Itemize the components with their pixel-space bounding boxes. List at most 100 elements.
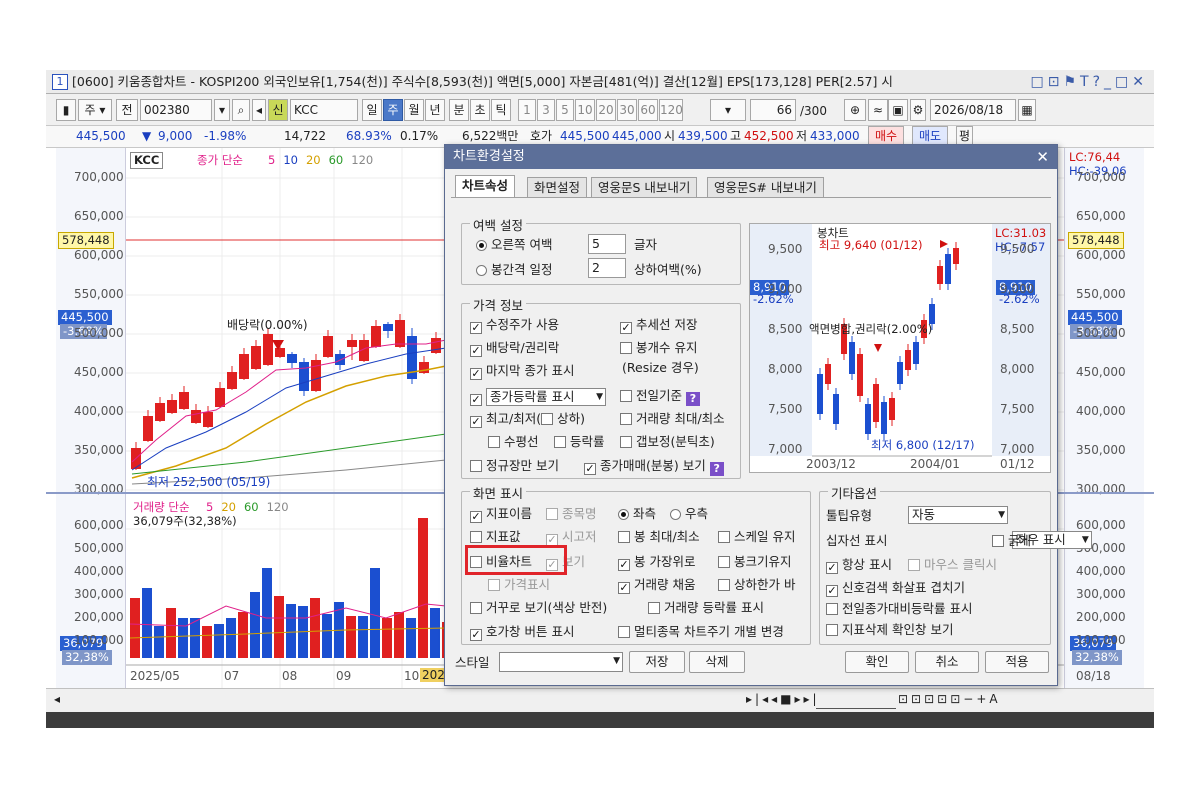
delete-button[interactable]: 삭제 xyxy=(689,651,745,673)
trend-save-option[interactable]: ✓ 추세선 저장 xyxy=(620,317,697,334)
tab-0[interactable]: 차트속성 xyxy=(455,175,516,197)
code-dropdown-icon[interactable]: ▾ xyxy=(214,99,230,121)
window-controls[interactable]: □⊡⚑T?_□✕ xyxy=(1026,70,1148,93)
left-option[interactable]: 좌측 xyxy=(618,506,656,522)
indicator-name-option[interactable]: ✓ 지표이름 xyxy=(470,506,532,523)
number-button-3[interactable]: 10 xyxy=(575,99,595,121)
scale-keep-option[interactable]: 스케일 유지 xyxy=(718,529,795,545)
radio-icon[interactable] xyxy=(476,240,487,251)
indicator-icon[interactable]: ≈ xyxy=(868,99,888,121)
date-input[interactable]: 2026/08/18 xyxy=(930,99,1016,121)
period-button-4[interactable]: 분 xyxy=(449,99,469,121)
zoom-slider[interactable] xyxy=(816,691,896,709)
vol-rate-option[interactable]: 거래량 등락률 표시 xyxy=(648,600,764,616)
hline-option[interactable]: 수평선 xyxy=(488,434,539,450)
search-icon[interactable]: ⌕ xyxy=(232,99,250,121)
indicator-value-option[interactable]: 지표값 xyxy=(470,529,521,545)
number-button-5[interactable]: 30 xyxy=(617,99,637,121)
compare-icon[interactable]: ⊕ xyxy=(844,99,866,121)
bar-gap-option[interactable]: 봉간격 일정 xyxy=(476,262,552,278)
count-input[interactable]: 66 xyxy=(750,99,796,121)
candle-body xyxy=(299,362,309,391)
item-name-option[interactable]: 종목명 xyxy=(546,506,597,522)
hoga-button-option[interactable]: ✓ 호가창 버튼 표시 xyxy=(470,624,574,641)
view-tools[interactable]: ⊡⊡⊡⊡⊡−+A xyxy=(898,692,1001,706)
last-close-option[interactable]: ✓ 마지막 종가 표시 xyxy=(470,363,574,380)
close-trade-option[interactable]: ✓ 종가매매(분봉) 보기 ? xyxy=(584,458,724,476)
prev-rate-option[interactable]: 전일종가대비등락률 표시 xyxy=(826,601,972,617)
playback-controls[interactable]: ▸|◂◂■▸▸| xyxy=(746,692,820,706)
open-high-option[interactable]: ✓ 시고저 xyxy=(546,529,597,546)
bold-option[interactable]: 굵게 xyxy=(992,533,1031,549)
prev-button[interactable]: 전 xyxy=(116,99,138,121)
right-margin-input[interactable]: 5 xyxy=(588,234,626,254)
number-button-1[interactable]: 3 xyxy=(537,99,555,121)
always-option[interactable]: ✓ 항상 표시 xyxy=(826,557,892,574)
bar-front-option[interactable]: ✓ 봉 가장위로 xyxy=(618,554,695,571)
bar-margin-input[interactable]: 2 xyxy=(588,258,626,278)
tab-1[interactable]: 화면설정 xyxy=(527,177,588,197)
inverse-option[interactable]: 거꾸로 보기(색상 반전) xyxy=(470,600,607,616)
number-button-6[interactable]: 60 xyxy=(638,99,658,121)
updown-bar-option[interactable]: 상하한가 바 xyxy=(718,577,795,593)
right-option[interactable]: 우측 xyxy=(670,506,708,522)
new-button[interactable]: 신 xyxy=(268,99,288,121)
horizontal-scrollbar[interactable]: ◂ ▸|◂◂■▸▸| ⊡⊡⊡⊡⊡−+A xyxy=(46,688,1154,712)
tab-2[interactable]: 영웅문S 내보내기 xyxy=(591,177,698,197)
save-icon[interactable]: ▣ xyxy=(888,99,908,121)
panel-icon[interactable]: ▮ xyxy=(56,99,76,121)
gap-option[interactable]: 갭보정(분틱초) xyxy=(620,434,715,450)
period-button-5[interactable]: 초 xyxy=(470,99,490,121)
calendar-icon[interactable]: ▦ xyxy=(1018,99,1036,121)
style-select[interactable] xyxy=(499,652,623,672)
preview-merge: 액면병합,권리락(2.00%) xyxy=(809,322,933,336)
right-margin-option[interactable]: 오른쪽 여백 xyxy=(476,237,552,253)
mouse-click-option[interactable]: 마우스 클릭시 xyxy=(908,557,997,573)
screen-number[interactable]: 1 xyxy=(52,74,68,90)
vol-fill-option[interactable]: ✓ 거래량 채움 xyxy=(618,577,695,594)
multi-option[interactable]: 멀티종목 차트주기 개별 변경 xyxy=(618,624,784,640)
apply-button[interactable]: 적용 xyxy=(985,651,1049,673)
blank-dropdown[interactable]: ▾ xyxy=(710,99,746,121)
period-button-1[interactable]: 주 xyxy=(383,99,403,121)
stock-name-field[interactable]: KCC xyxy=(290,99,358,121)
delete-confirm-option[interactable]: 지표삭제 확인창 보기 xyxy=(826,622,953,638)
period-button-6[interactable]: 틱 xyxy=(491,99,511,121)
adj-price-option[interactable]: ✓ 수정주가 사용 xyxy=(470,317,559,334)
gear-icon[interactable]: ⚙ xyxy=(910,99,926,121)
volume-bar xyxy=(274,596,284,658)
bar-size-option[interactable]: 봉크기유지 xyxy=(718,554,792,570)
price-display-option[interactable]: 가격표시 xyxy=(488,577,550,593)
rate-option[interactable]: 등락률 xyxy=(554,434,605,450)
volume-bar xyxy=(238,612,248,658)
code-input[interactable]: 002380 xyxy=(140,99,212,121)
hilo-option[interactable]: ✓ 최고/최저(상하) xyxy=(470,411,585,428)
vol-max-option[interactable]: 거래량 최대/최소 xyxy=(620,411,725,427)
bar-maxmin-option[interactable]: 봉 최대/최소 xyxy=(618,529,700,545)
signal-option[interactable]: ✓ 신호검색 화살표 겹치기 xyxy=(826,580,965,597)
number-button-2[interactable]: 5 xyxy=(556,99,574,121)
number-button-4[interactable]: 20 xyxy=(596,99,616,121)
regular-only-option[interactable]: 정규장만 보기 xyxy=(470,458,559,474)
ma-legend-item: 20 xyxy=(305,153,321,167)
tooltip-type-select[interactable]: 자동 xyxy=(908,506,1008,524)
save-button[interactable]: 저장 xyxy=(629,651,685,673)
type-select[interactable]: 주 ▾ xyxy=(78,99,112,121)
prev-base-option[interactable]: 전일기준 ? xyxy=(620,388,700,406)
cancel-button[interactable]: 취소 xyxy=(915,651,979,673)
tab-3[interactable]: 영웅문S# 내보내기 xyxy=(707,177,824,197)
number-button-7[interactable]: 120 xyxy=(659,99,683,121)
number-button-0[interactable]: 1 xyxy=(518,99,536,121)
left-arrow-icon[interactable]: ◂ xyxy=(252,99,266,121)
radio-icon[interactable] xyxy=(476,265,487,276)
change-display-option[interactable]: ✓ 종가등락률 표시 xyxy=(470,388,606,406)
ok-button[interactable]: 확인 xyxy=(845,651,909,673)
toolbar: ▮ 주 ▾ 전 002380 ▾ ⌕ ◂ 신 KCC ▾ 66 /300 ⊕ ≈… xyxy=(46,94,1154,126)
dividend-option[interactable]: ✓ 배당락/권리락 xyxy=(470,340,559,357)
period-button-0[interactable]: 일 xyxy=(362,99,382,121)
close-icon[interactable]: ✕ xyxy=(1036,145,1049,169)
scroll-left-icon[interactable]: ◂ xyxy=(54,692,60,706)
period-button-2[interactable]: 월 xyxy=(404,99,424,121)
keep-bars-option[interactable]: 봉개수 유지 xyxy=(620,340,697,356)
period-button-3[interactable]: 년 xyxy=(425,99,445,121)
